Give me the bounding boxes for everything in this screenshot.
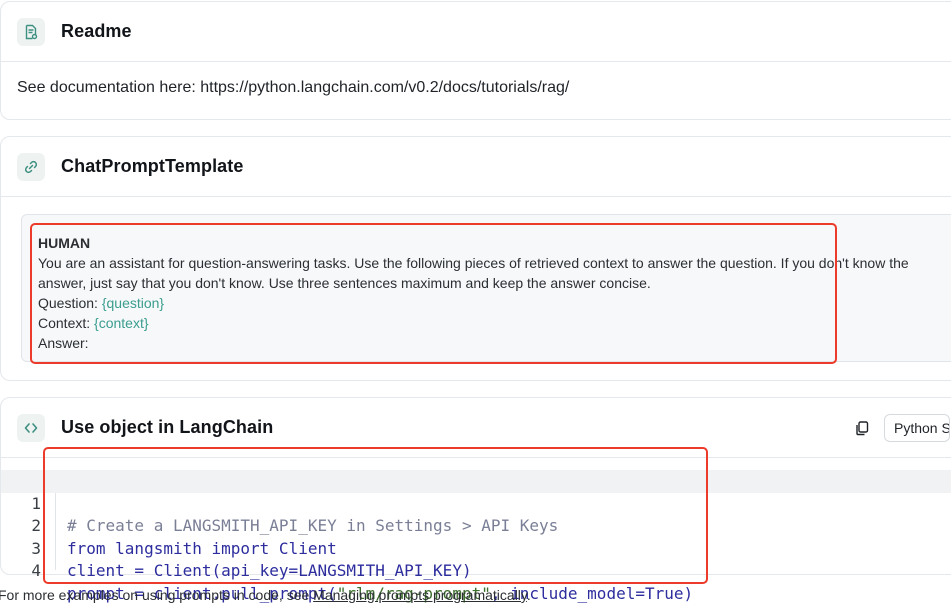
- readme-body: See documentation here: https://python.l…: [17, 79, 570, 96]
- managing-prompts-link[interactable]: Managing prompts programatically: [313, 587, 527, 603]
- prompt-template-header: ChatPromptTemplate: [1, 137, 951, 197]
- code-highlight-box: [43, 447, 708, 584]
- document-icon: [17, 17, 45, 46]
- prompt-template-title: ChatPromptTemplate: [61, 156, 244, 176]
- footnote-text: For more examples on using prompts in co…: [0, 587, 314, 603]
- readme-header: Readme: [1, 2, 951, 62]
- line-number: 4: [31, 561, 41, 580]
- copy-icon[interactable]: [848, 414, 876, 442]
- code-toolbar: Python SDK: [848, 414, 950, 442]
- link-icon: [17, 152, 45, 181]
- footnote-end: .: [526, 587, 531, 603]
- usage-title: Use object in LangChain: [61, 417, 274, 437]
- footnote: For more examples on using prompts in co…: [0, 587, 531, 603]
- readme-card: Readme See documentation here: https://p…: [0, 1, 951, 120]
- language-select[interactable]: Python SDK: [884, 414, 950, 442]
- readme-title: Readme: [61, 21, 132, 41]
- code-brackets-icon: [17, 413, 45, 442]
- prompt-highlight-box: [30, 223, 837, 364]
